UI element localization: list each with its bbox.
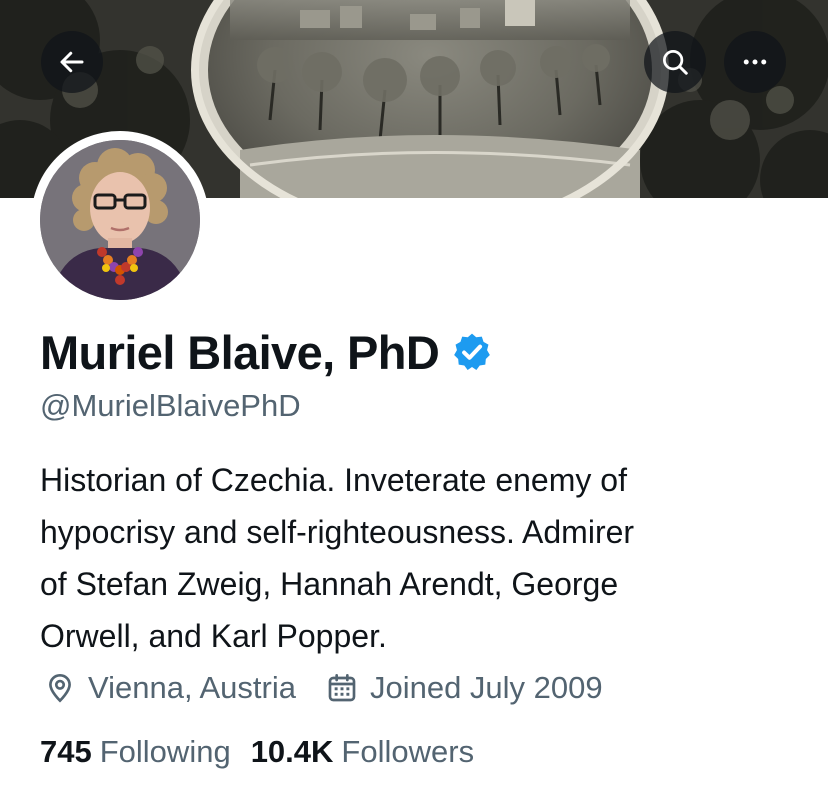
join-date: Joined July 2009 (326, 670, 603, 706)
follow-stats: 745 Following 10.4K Followers (40, 729, 474, 775)
bio-line: Orwell, and Karl Popper. (40, 618, 387, 654)
followers-label: Followers (341, 734, 475, 769)
followers-count: 10.4K (250, 734, 334, 769)
location-pin-icon (49, 673, 71, 703)
following-count: 745 (40, 734, 92, 769)
display-name: Muriel Blaive, PhD (40, 325, 440, 379)
display-name-row: Muriel Blaive, PhD (40, 322, 493, 382)
join-date-text: Joined July 2009 (369, 670, 603, 705)
followers-link[interactable]: 10.4K Followers (251, 734, 474, 770)
following-link[interactable]: 745 Following (40, 734, 231, 770)
more-horizontal-icon (743, 59, 767, 65)
more-options-button[interactable] (724, 31, 786, 93)
profile-bio: Historian of Czechia. Inveterate enemy o… (40, 454, 800, 662)
search-icon (663, 50, 688, 75)
user-handle: @MurielBlaivePhD (40, 388, 301, 423)
following-label: Following (99, 734, 231, 769)
bio-line: hypocrisy and self-righteousness. Admire… (40, 514, 635, 550)
arrow-left-icon (60, 51, 84, 73)
back-button[interactable] (41, 31, 103, 93)
location-text: Vienna, Austria (88, 670, 296, 705)
avatar[interactable] (40, 140, 200, 300)
verified-badge-icon[interactable] (451, 331, 493, 373)
location: Vienna, Austria (44, 670, 296, 706)
bio-line: of Stefan Zweig, Hannah Arendt, George (40, 566, 619, 602)
search-button[interactable] (644, 31, 706, 93)
avatar-photo (40, 140, 200, 300)
bio-line: Historian of Czechia. Inveterate enemy o… (40, 462, 627, 498)
profile-meta: Vienna, Austria Joined July 2009 (44, 665, 603, 711)
calendar-icon (328, 674, 356, 702)
